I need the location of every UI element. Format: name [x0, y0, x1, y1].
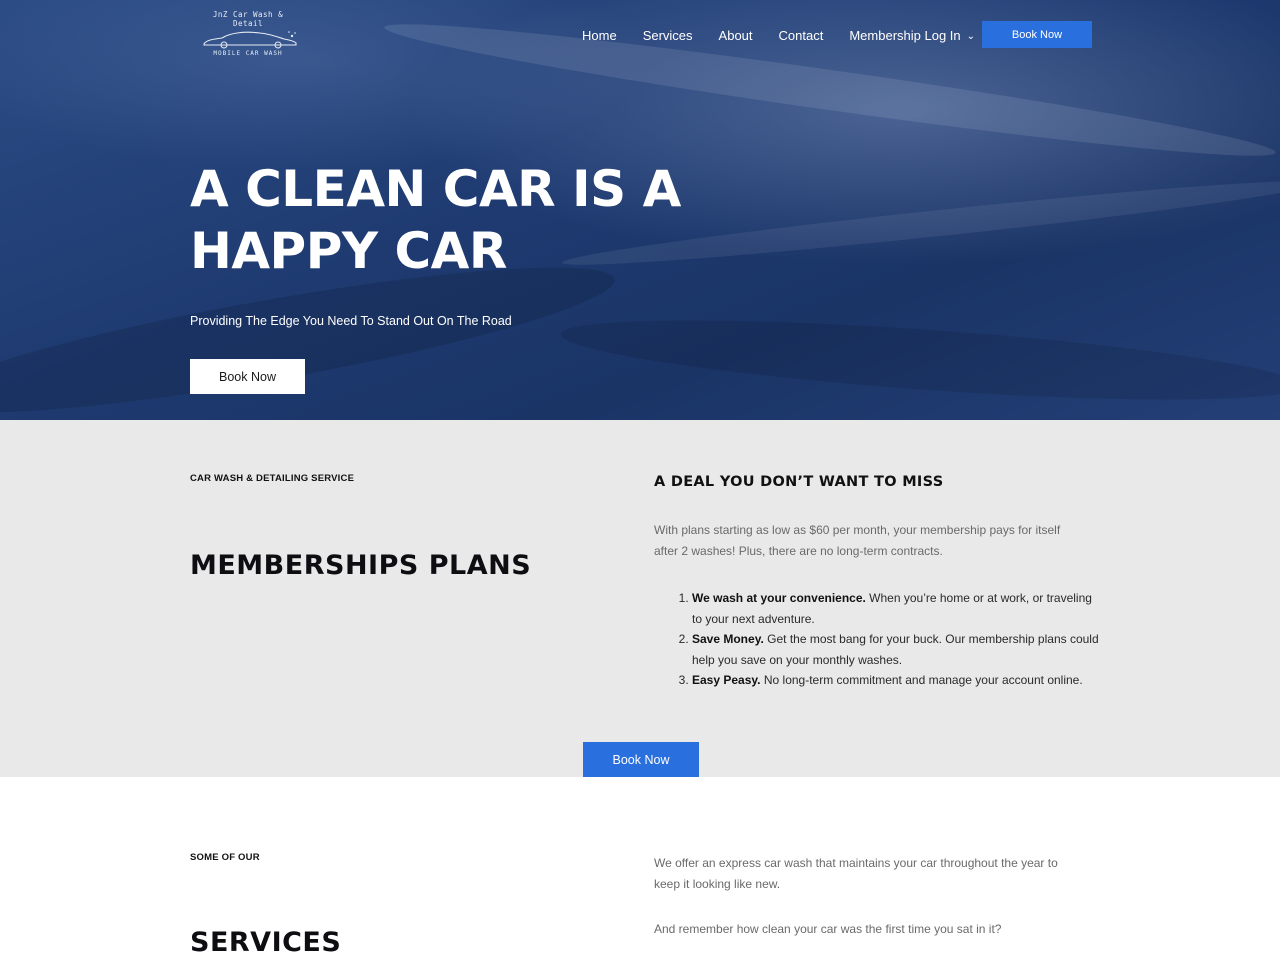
services-intro: We offer an express car wash that mainta… — [654, 853, 1094, 895]
nav-membership-login[interactable]: Membership Log In ⌄ — [849, 28, 975, 43]
benefit-text: No long-term commitment and manage your … — [760, 673, 1083, 687]
benefit-item: Easy Peasy. No long-term commitment and … — [692, 670, 1100, 691]
logo-text-line1: JnZ Car Wash & — [212, 10, 284, 19]
membership-section: CAR WASH & DETAILING SERVICE MEMBERSHIPS… — [0, 420, 1280, 777]
membership-intro: With plans starting as low as $60 per mo… — [654, 520, 1094, 562]
logo-text-line2: Detail — [232, 19, 264, 28]
services-title: SERVICES — [190, 927, 342, 958]
services-eyebrow: SOME OF OUR — [190, 852, 260, 863]
main-nav: Home Services About Contact Membership L… — [582, 24, 1001, 46]
nav-contact[interactable]: Contact — [779, 28, 824, 43]
logo-tagline: MOBILE CAR WASH — [213, 50, 283, 57]
benefit-bold: Easy Peasy. — [692, 673, 761, 687]
hero-title-line2: HAPPY CAR — [190, 222, 507, 280]
hero-title: A CLEAN CAR IS A HAPPY CAR — [190, 158, 750, 282]
membership-eyebrow: CAR WASH & DETAILING SERVICE — [190, 473, 355, 484]
hero-book-now-button[interactable]: Book Now — [190, 359, 305, 394]
hero-shadow — [558, 304, 1280, 416]
benefits-list: We wash at your convenience. When you’re… — [680, 588, 1100, 691]
hero-section: JnZ Car Wash & Detail MOBILE CAR WASH Ho… — [0, 0, 1280, 420]
services-paragraph: And remember how clean your car was the … — [654, 922, 1002, 936]
services-intro-line2: keep it looking like new. — [654, 877, 781, 891]
deal-title: A DEAL YOU DON’T WANT TO MISS — [654, 474, 944, 490]
chevron-down-icon: ⌄ — [966, 30, 976, 42]
benefit-item: Save Money. Get the most bang for your b… — [692, 629, 1100, 670]
membership-intro-line2: after 2 washes! Plus, there are no long-… — [654, 544, 943, 558]
hero-title-line1: A CLEAN CAR IS A — [190, 160, 681, 218]
benefit-bold: We wash at your convenience. — [692, 591, 866, 605]
services-intro-line1: We offer an express car wash that mainta… — [654, 856, 1058, 870]
car-logo-icon — [203, 31, 297, 49]
site-logo[interactable]: JnZ Car Wash & Detail MOBILE CAR WASH — [198, 8, 304, 60]
nav-membership-label: Membership Log In — [849, 27, 961, 43]
membership-book-now-button[interactable]: Book Now — [583, 742, 699, 777]
nav-about[interactable]: About — [719, 28, 753, 43]
benefit-item: We wash at your convenience. When you’re… — [692, 588, 1100, 629]
nav-book-now-button[interactable]: Book Now — [982, 21, 1092, 48]
nav-home[interactable]: Home — [582, 28, 617, 43]
membership-title: MEMBERSHIPS PLANS — [190, 550, 532, 581]
services-section: SOME OF OUR SERVICES We offer an express… — [0, 777, 1280, 960]
membership-intro-line1: With plans starting as low as $60 per mo… — [654, 523, 1061, 537]
benefit-bold: Save Money. — [692, 632, 764, 646]
hero-subtitle: Providing The Edge You Need To Stand Out… — [190, 314, 512, 328]
nav-services[interactable]: Services — [643, 28, 693, 43]
